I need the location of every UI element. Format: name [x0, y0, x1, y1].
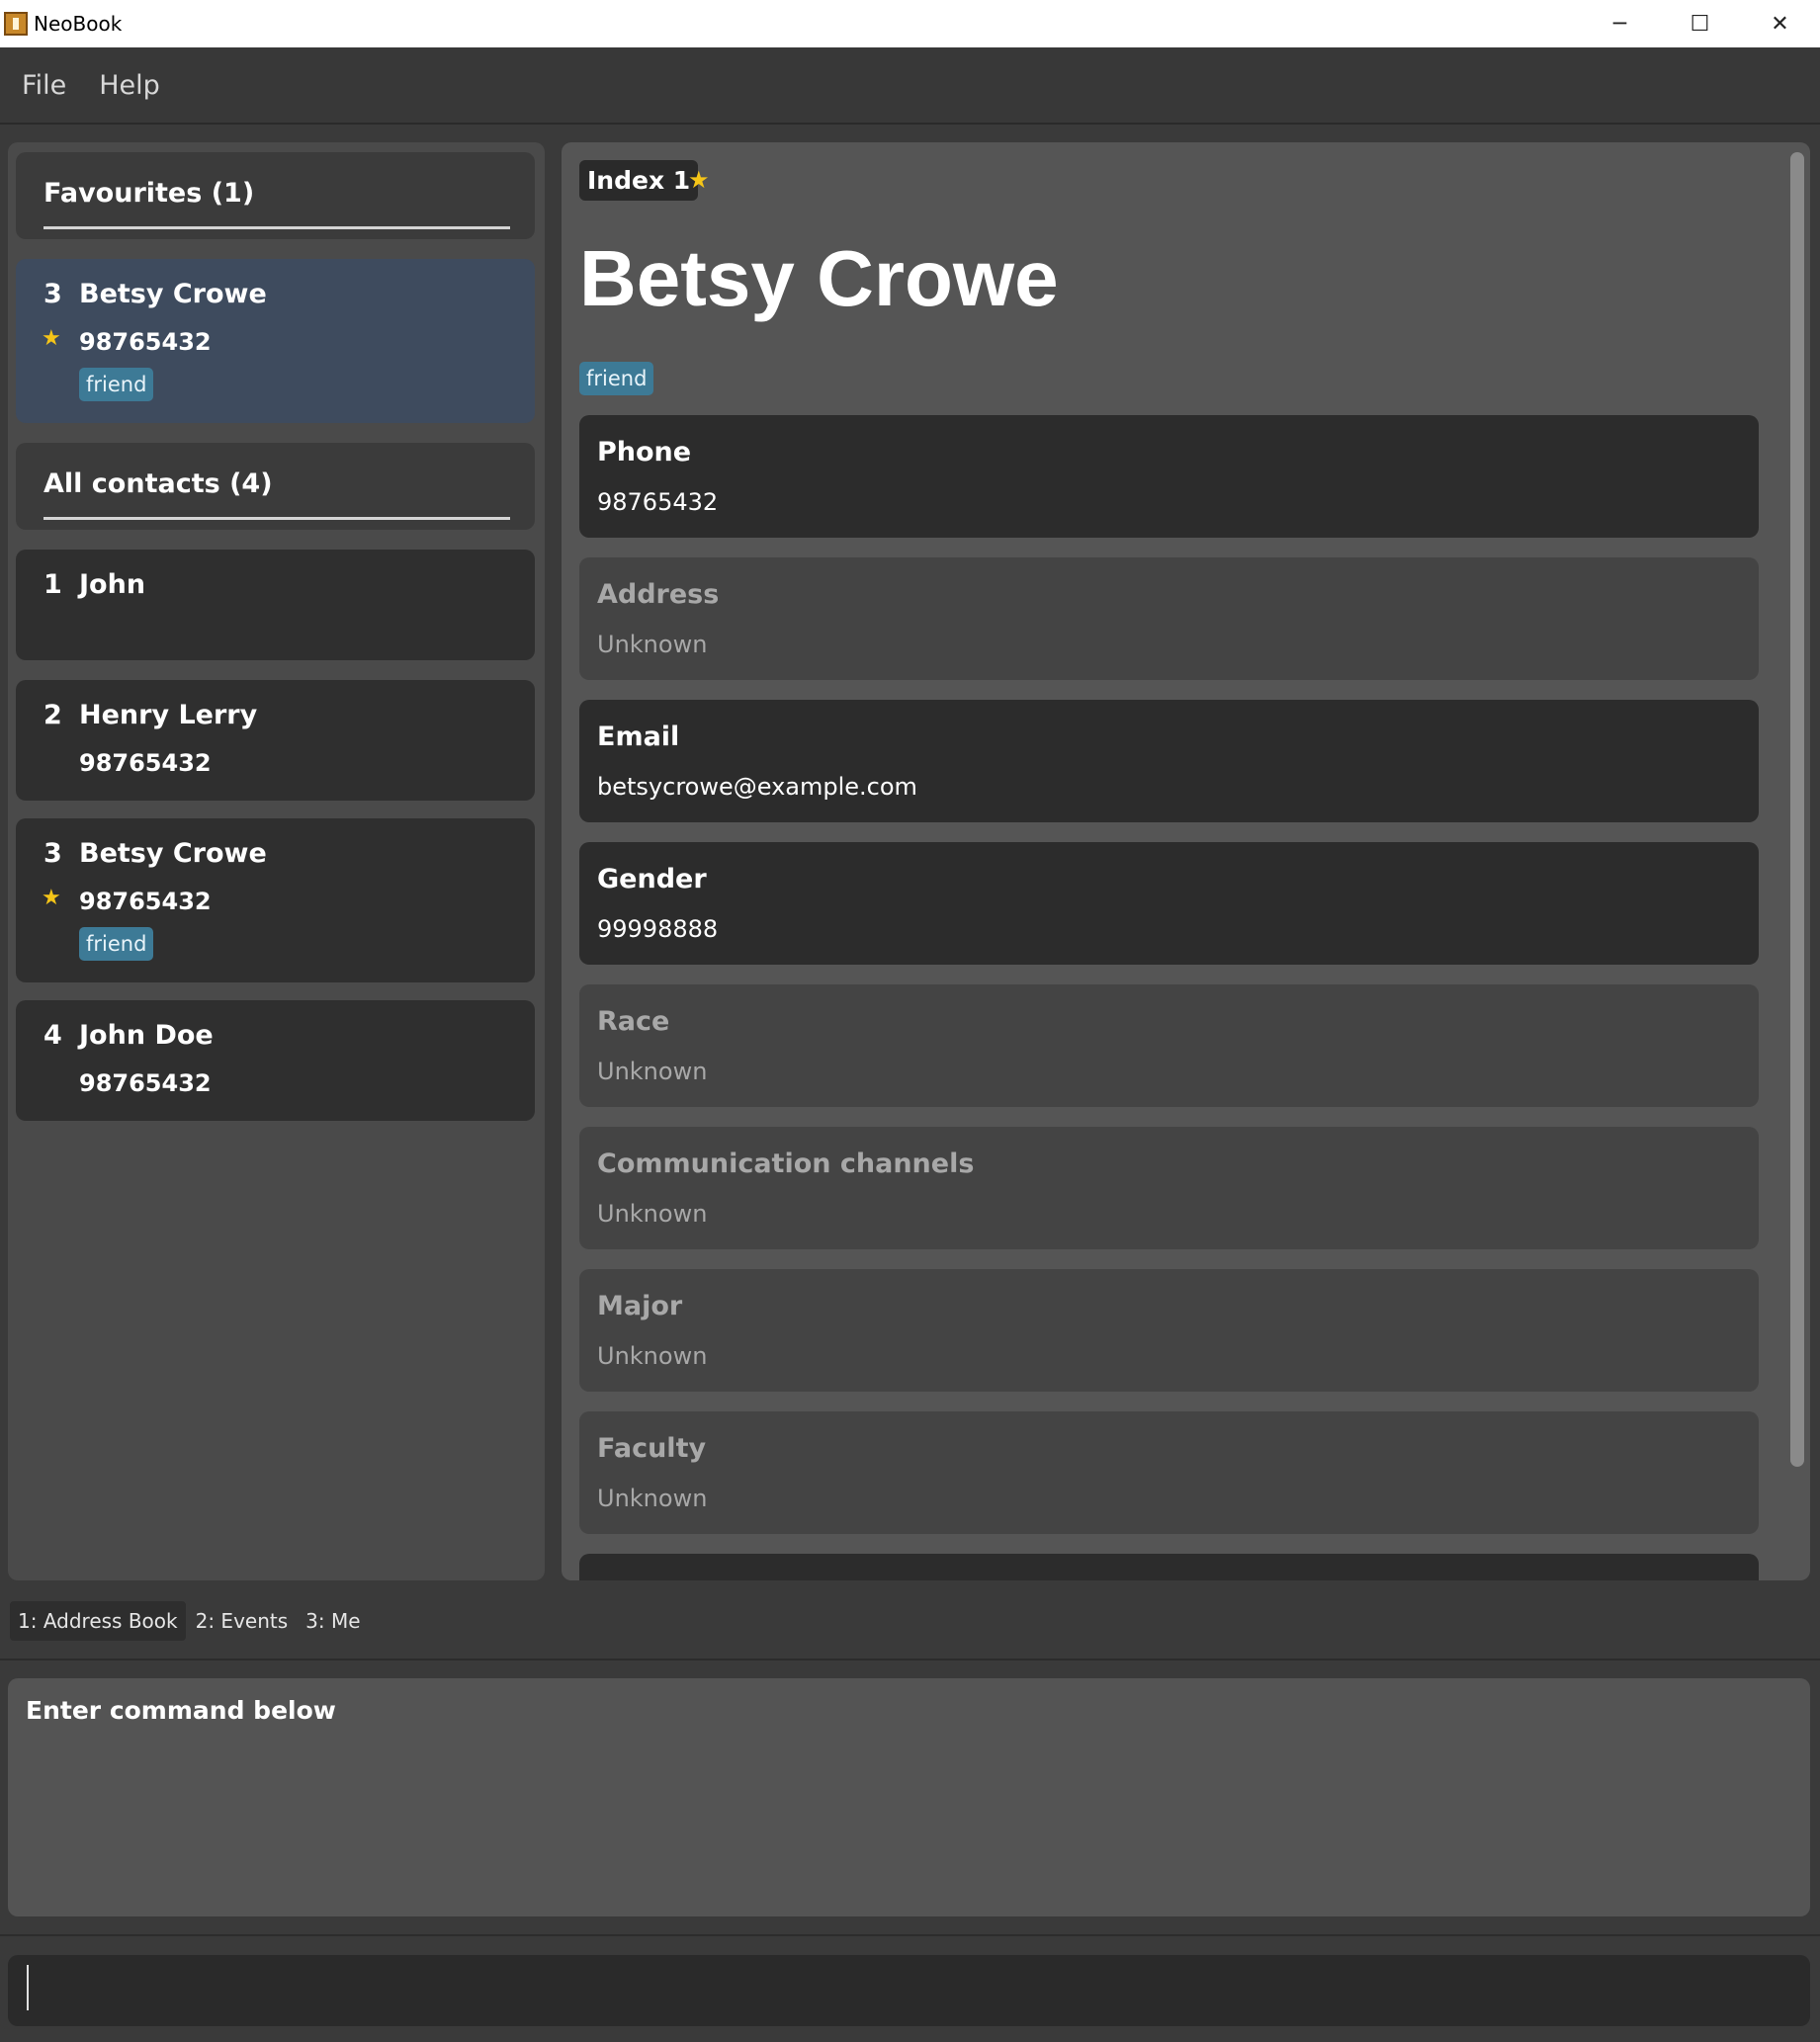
favourites-header-underline	[43, 226, 510, 229]
field-value: Unknown	[597, 1058, 708, 1085]
field-email: Email betsycrowe@example.com	[579, 700, 1759, 822]
field-label: Address	[597, 579, 720, 610]
field-communication-channels: Communication channels Unknown	[579, 1127, 1759, 1249]
contact-phone: 98765432	[79, 749, 212, 777]
app-icon	[4, 12, 28, 36]
all-contacts-header-underline	[43, 517, 510, 520]
favourite-star-icon: ★	[42, 326, 61, 351]
field-label: Major	[597, 1291, 683, 1321]
menu-file[interactable]: File	[22, 70, 66, 101]
field-value: Unknown	[597, 1485, 708, 1512]
all-contacts-header: All contacts (4)	[16, 443, 535, 530]
contact-card[interactable]: 1 John	[16, 550, 535, 660]
contact-name: John Doe	[79, 1020, 214, 1051]
contact-list-panel[interactable]: Favourites (1) 3 Betsy Crowe ★ 98765432 …	[8, 142, 545, 1580]
contact-index: 2	[43, 700, 62, 730]
menu-help[interactable]: Help	[99, 70, 160, 101]
result-display: Enter command below	[8, 1678, 1810, 1916]
contact-phone: 98765432	[79, 328, 212, 356]
detail-tag: friend	[579, 362, 654, 395]
contact-phone: 98765432	[79, 888, 212, 915]
favourites-header: Favourites (1)	[16, 152, 535, 239]
field-value: betsycrowe@example.com	[597, 773, 917, 801]
maximize-icon[interactable]: ☐	[1660, 0, 1740, 47]
detail-scrollbar[interactable]	[1790, 152, 1804, 1467]
minimize-icon[interactable]: ─	[1580, 0, 1660, 47]
command-input[interactable]	[8, 1955, 1810, 2026]
field-value: Unknown	[597, 1200, 708, 1228]
menu-bar: File Help	[0, 47, 1820, 125]
contact-name: Betsy Crowe	[79, 838, 267, 869]
field-value: 98765432	[597, 488, 719, 516]
field-address: Address Unknown	[579, 557, 1759, 680]
favourite-star-icon: ★	[42, 886, 61, 910]
title-bar: NeoBook ─ ☐ ✕	[0, 0, 1820, 47]
detail-name: Betsy Crowe	[579, 234, 1059, 322]
favourites-header-label: Favourites (1)	[43, 178, 255, 209]
contact-phone: 98765432	[79, 1069, 212, 1097]
contact-name: Betsy Crowe	[79, 279, 267, 309]
field-value: 99998888	[597, 915, 719, 943]
field-race: Race Unknown	[579, 984, 1759, 1107]
field-label: Phone	[597, 437, 692, 468]
contact-tag: friend	[79, 927, 154, 961]
field-label: Faculty	[597, 1433, 707, 1464]
contact-index: 3	[43, 279, 62, 309]
contact-detail-panel[interactable]: Index 1 ★ Betsy Crowe friend Phone 98765…	[562, 142, 1810, 1580]
field-next-partial	[579, 1554, 1759, 1580]
close-icon[interactable]: ✕	[1740, 0, 1820, 47]
divider	[0, 1659, 1820, 1660]
field-value: Unknown	[597, 631, 708, 658]
contact-tag: friend	[79, 368, 154, 401]
detail-index-badge: Index 1	[579, 160, 699, 201]
tab-address-book[interactable]: 1: Address Book	[10, 1601, 186, 1641]
all-contacts-header-label: All contacts (4)	[43, 468, 273, 499]
contact-name: Henry Lerry	[79, 700, 258, 730]
contact-index: 1	[43, 569, 62, 600]
divider	[0, 1934, 1820, 1936]
contact-card[interactable]: 3 Betsy Crowe ★ 98765432 friend	[16, 818, 535, 982]
result-display-text: Enter command below	[26, 1696, 336, 1725]
contact-index: 3	[43, 838, 62, 869]
field-value: Unknown	[597, 1342, 708, 1370]
field-label: Race	[597, 1006, 670, 1037]
favourite-contact-card[interactable]: 3 Betsy Crowe ★ 98765432 friend	[16, 259, 535, 423]
tab-events[interactable]: 2: Events	[188, 1601, 297, 1641]
field-gender: Gender 99998888	[579, 842, 1759, 965]
contact-index: 4	[43, 1020, 62, 1051]
window-title: NeoBook	[34, 12, 123, 36]
field-faculty: Faculty Unknown	[579, 1411, 1759, 1534]
contact-card[interactable]: 2 Henry Lerry 98765432	[16, 680, 535, 801]
text-caret	[27, 1965, 29, 2010]
view-tabs: 1: Address Book 2: Events 3: Me	[10, 1601, 371, 1641]
contact-card[interactable]: 4 John Doe 98765432	[16, 1000, 535, 1121]
field-label: Email	[597, 722, 680, 752]
favourite-star-icon: ★	[688, 166, 710, 194]
field-phone: Phone 98765432	[579, 415, 1759, 538]
contact-name: John	[79, 569, 146, 600]
field-label: Communication channels	[597, 1149, 975, 1179]
tab-me[interactable]: 3: Me	[298, 1601, 368, 1641]
field-label: Gender	[597, 864, 707, 894]
window-controls: ─ ☐ ✕	[1580, 0, 1820, 47]
field-major: Major Unknown	[579, 1269, 1759, 1392]
